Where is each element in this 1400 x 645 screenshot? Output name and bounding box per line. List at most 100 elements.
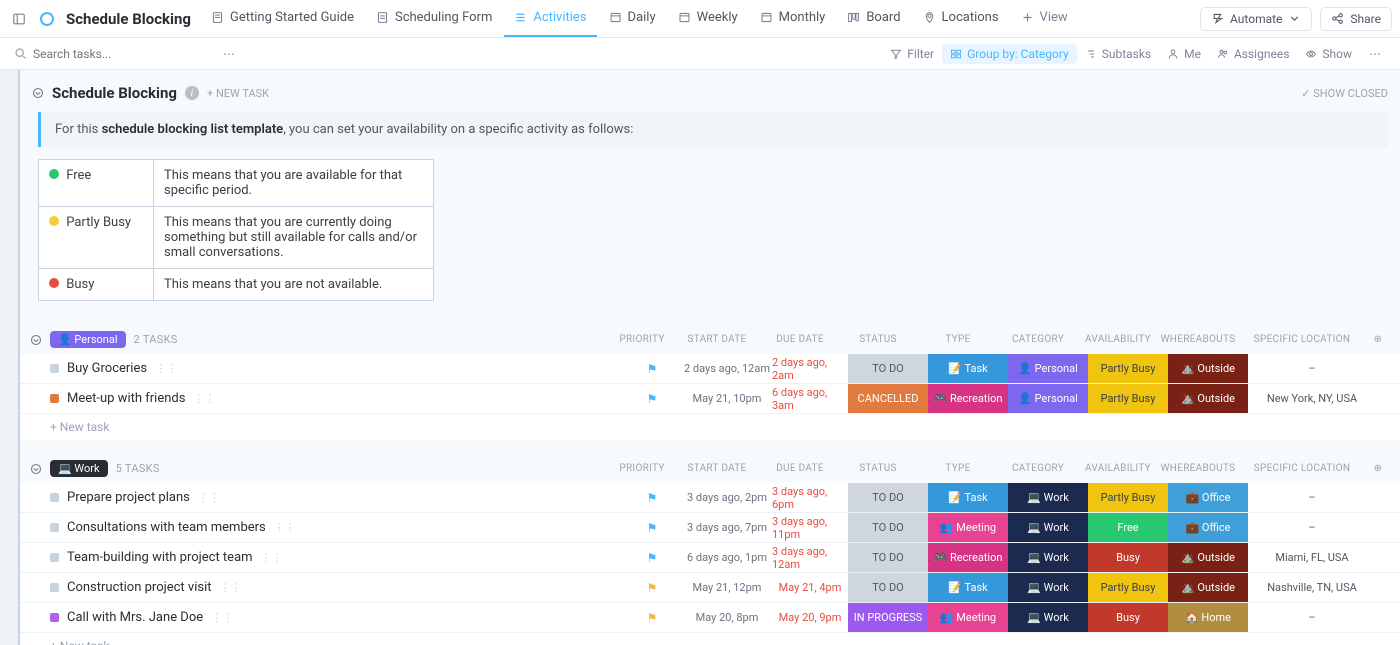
- task-row[interactable]: Call with Mrs. Jane Doe⋮⋮ ⚑ May 20, 8pm …: [20, 603, 1400, 633]
- category-badge[interactable]: 💻 Work: [1008, 543, 1088, 572]
- col-start[interactable]: START DATE: [672, 463, 762, 474]
- type-badge[interactable]: 📝 Task: [928, 354, 1008, 383]
- chevron-down-icon[interactable]: [30, 334, 42, 346]
- location-cell[interactable]: –: [1248, 483, 1376, 512]
- location-cell[interactable]: –: [1248, 603, 1376, 632]
- status-dot-icon[interactable]: [50, 583, 59, 592]
- task-row[interactable]: Prepare project plans⋮⋮ ⚑ 3 days ago, 2p…: [20, 483, 1400, 513]
- type-badge[interactable]: 📝 Task: [928, 483, 1008, 512]
- tab-board[interactable]: Board: [837, 0, 910, 37]
- start-date[interactable]: May 20, 8pm: [682, 603, 772, 632]
- automate-button[interactable]: Automate: [1200, 7, 1312, 31]
- due-date[interactable]: 3 days ago, 11pm: [772, 513, 848, 542]
- tab-getting-started[interactable]: Getting Started Guide: [201, 0, 364, 37]
- group-pill-work[interactable]: 💻 Work: [50, 460, 108, 477]
- col-location[interactable]: SPECIFIC LOCATION: [1238, 463, 1366, 474]
- status-dot-icon[interactable]: [50, 553, 59, 562]
- category-badge[interactable]: 💻 Work: [1008, 513, 1088, 542]
- start-date[interactable]: 3 days ago, 7pm: [682, 513, 772, 542]
- drag-handle-icon[interactable]: ⋮⋮: [220, 581, 242, 594]
- status-badge[interactable]: TO DO: [848, 513, 928, 542]
- add-column-button[interactable]: ⊕: [1366, 334, 1390, 345]
- availability-badge[interactable]: Partly Busy: [1088, 483, 1168, 512]
- search-options-icon[interactable]: ⋯: [218, 43, 240, 65]
- new-task-button[interactable]: + New task: [20, 633, 1400, 645]
- due-date[interactable]: May 21, 4pm: [772, 573, 848, 602]
- drag-handle-icon[interactable]: ⋮⋮: [211, 611, 233, 624]
- col-due[interactable]: DUE DATE: [762, 334, 838, 345]
- availability-badge[interactable]: Free: [1088, 513, 1168, 542]
- drag-handle-icon[interactable]: ⋮⋮: [261, 551, 283, 564]
- status-badge[interactable]: TO DO: [848, 354, 928, 383]
- new-task-button[interactable]: + NEW TASK: [207, 87, 269, 100]
- col-category[interactable]: CATEGORY: [998, 463, 1078, 474]
- availability-badge[interactable]: Busy: [1088, 603, 1168, 632]
- category-badge[interactable]: 👤 Personal: [1008, 354, 1088, 383]
- assignees-button[interactable]: Assignees: [1209, 44, 1297, 64]
- drag-handle-icon[interactable]: ⋮⋮: [274, 521, 296, 534]
- list-circle-icon[interactable]: [36, 8, 58, 30]
- new-task-button[interactable]: + New task: [20, 414, 1400, 440]
- location-cell[interactable]: –: [1248, 513, 1376, 542]
- chevron-down-icon[interactable]: [32, 87, 44, 99]
- task-row[interactable]: Construction project visit⋮⋮ ⚑ May 21, 1…: [20, 573, 1400, 603]
- category-badge[interactable]: 👤 Personal: [1008, 384, 1088, 413]
- location-cell[interactable]: Miami, FL, USA: [1248, 543, 1376, 572]
- drag-handle-icon[interactable]: ⋮⋮: [155, 362, 177, 375]
- col-status[interactable]: STATUS: [838, 334, 918, 345]
- info-icon[interactable]: i: [185, 86, 199, 100]
- priority-flag-icon[interactable]: ⚑: [647, 581, 658, 595]
- location-cell[interactable]: New York, NY, USA: [1248, 384, 1376, 413]
- priority-flag-icon[interactable]: ⚑: [647, 392, 658, 406]
- type-badge[interactable]: 👥 Meeting: [928, 513, 1008, 542]
- whereabouts-badge[interactable]: ⛰️ Outside: [1168, 384, 1248, 413]
- show-closed-button[interactable]: ✓ SHOW CLOSED: [1301, 87, 1388, 100]
- start-date[interactable]: 3 days ago, 2pm: [682, 483, 772, 512]
- availability-badge[interactable]: Partly Busy: [1088, 354, 1168, 383]
- type-badge[interactable]: 👥 Meeting: [928, 603, 1008, 632]
- status-dot-icon[interactable]: [50, 613, 59, 622]
- col-start[interactable]: START DATE: [672, 334, 762, 345]
- status-badge[interactable]: TO DO: [848, 543, 928, 572]
- due-date[interactable]: 2 days ago, 2am: [772, 354, 848, 383]
- task-row[interactable]: Consultations with team members⋮⋮ ⚑ 3 da…: [20, 513, 1400, 543]
- search-input[interactable]: [33, 47, 173, 61]
- whereabouts-badge[interactable]: ⛰️ Outside: [1168, 354, 1248, 383]
- priority-flag-icon[interactable]: ⚑: [647, 551, 658, 565]
- priority-flag-icon[interactable]: ⚑: [647, 491, 658, 505]
- drag-handle-icon[interactable]: ⋮⋮: [193, 392, 215, 405]
- due-date[interactable]: 6 days ago, 3am: [772, 384, 848, 413]
- tab-add-view[interactable]: View: [1011, 0, 1078, 37]
- col-priority[interactable]: PRIORITY: [612, 334, 672, 345]
- whereabouts-badge[interactable]: ⛰️ Outside: [1168, 573, 1248, 602]
- group-pill-personal[interactable]: 👤 Personal: [50, 331, 126, 348]
- category-badge[interactable]: 💻 Work: [1008, 573, 1088, 602]
- sidebar-toggle-icon[interactable]: [8, 8, 30, 30]
- status-badge[interactable]: TO DO: [848, 483, 928, 512]
- whereabouts-badge[interactable]: ⛰️ Outside: [1168, 543, 1248, 572]
- whereabouts-badge[interactable]: 🏠 Home: [1168, 603, 1248, 632]
- whereabouts-badge[interactable]: 💼 Office: [1168, 483, 1248, 512]
- whereabouts-badge[interactable]: 💼 Office: [1168, 513, 1248, 542]
- status-dot-icon[interactable]: [50, 364, 59, 373]
- task-row[interactable]: Buy Groceries⋮⋮ ⚑ 2 days ago, 12am 2 day…: [20, 354, 1400, 384]
- tab-locations[interactable]: Locations: [913, 0, 1009, 37]
- tab-weekly[interactable]: Weekly: [668, 0, 748, 37]
- due-date[interactable]: May 20, 9pm: [772, 603, 848, 632]
- priority-flag-icon[interactable]: ⚑: [647, 362, 658, 376]
- type-badge[interactable]: 📝 Task: [928, 573, 1008, 602]
- group-by-button[interactable]: Group by: Category: [942, 44, 1077, 64]
- tab-daily[interactable]: Daily: [599, 0, 666, 37]
- priority-flag-icon[interactable]: ⚑: [647, 521, 658, 535]
- type-badge[interactable]: 🎮 Recreation: [928, 543, 1008, 572]
- status-dot-icon[interactable]: [50, 523, 59, 532]
- start-date[interactable]: 6 days ago, 1pm: [682, 543, 772, 572]
- availability-badge[interactable]: Partly Busy: [1088, 573, 1168, 602]
- status-badge[interactable]: TO DO: [848, 573, 928, 602]
- due-date[interactable]: 3 days ago, 6pm: [772, 483, 848, 512]
- task-row[interactable]: Team-building with project team⋮⋮ ⚑ 6 da…: [20, 543, 1400, 573]
- start-date[interactable]: 2 days ago, 12am: [682, 354, 772, 383]
- subtasks-button[interactable]: Subtasks: [1077, 44, 1159, 64]
- availability-badge[interactable]: Partly Busy: [1088, 384, 1168, 413]
- tab-monthly[interactable]: Monthly: [750, 0, 836, 37]
